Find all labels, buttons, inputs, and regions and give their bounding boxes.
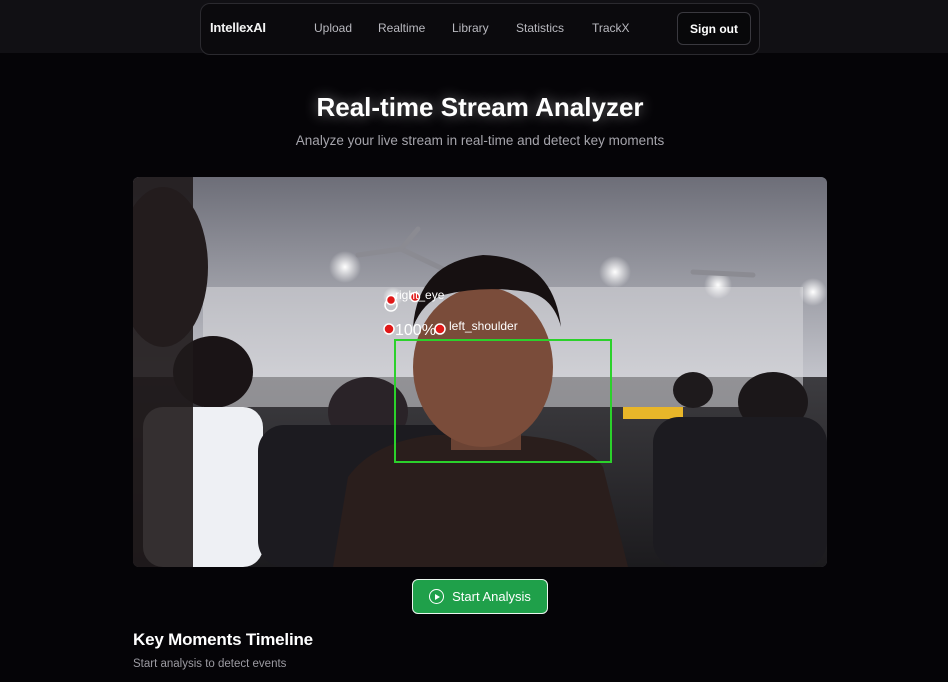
nav-realtime[interactable]: Realtime [378,21,425,35]
nav-library[interactable]: Library [452,21,489,35]
brand-logo[interactable]: IntellexAI [210,20,266,35]
label-confidence: 100% [395,322,436,339]
label-left-shoulder: left_shoulder [449,319,518,333]
keypoint-right-shoulder [383,323,395,335]
nav-statistics[interactable]: Statistics [516,21,564,35]
timeline-title: Key Moments Timeline [133,630,313,649]
start-analysis-label: Start Analysis [452,589,531,604]
sign-out-button[interactable]: Sign out [677,12,751,45]
timeline-subtitle: Start analysis to detect events [133,658,287,670]
live-stream-view[interactable]: right_eye 100% left_shoulder [133,177,827,567]
play-circle-icon [429,589,445,604]
start-analysis-button[interactable]: Start Analysis [412,579,548,614]
label-right-eye: right_eye [395,288,445,302]
stream-frame: right_eye 100% left_shoulder [133,177,827,567]
page-subtitle: Analyze your live stream in real-time an… [295,133,665,148]
navbar: IntellexAI Upload Realtime Library Stati… [200,3,760,55]
keypoint-left-shoulder [434,323,446,335]
page-title: Real-time Stream Analyzer [316,92,644,122]
nav-upload[interactable]: Upload [314,21,352,35]
nav-trackx[interactable]: TrackX [592,21,630,35]
